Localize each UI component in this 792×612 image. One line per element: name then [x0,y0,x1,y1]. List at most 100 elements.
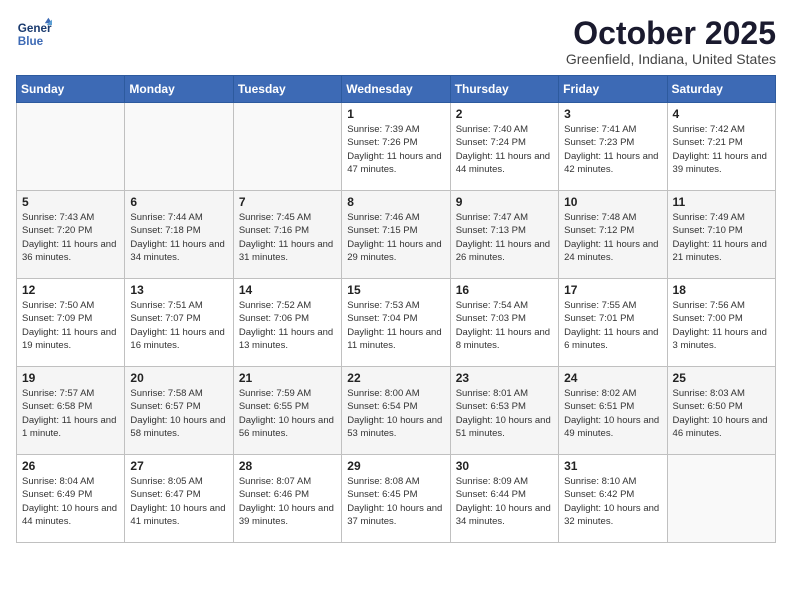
day-info: Sunrise: 7:57 AMSunset: 6:58 PMDaylight:… [22,387,119,440]
calendar-cell: 21 Sunrise: 7:59 AMSunset: 6:55 PMDayligh… [233,367,341,455]
weekday-header: Monday [125,76,233,103]
day-info: Sunrise: 7:49 AMSunset: 7:10 PMDaylight:… [673,211,770,264]
calendar-cell: 19 Sunrise: 7:57 AMSunset: 6:58 PMDayligh… [17,367,125,455]
calendar-cell: 30 Sunrise: 8:09 AMSunset: 6:44 PMDayligh… [450,455,558,543]
day-info: Sunrise: 7:53 AMSunset: 7:04 PMDaylight:… [347,299,444,352]
weekday-header: Tuesday [233,76,341,103]
day-number: 25 [673,371,770,385]
calendar-cell: 29 Sunrise: 8:08 AMSunset: 6:45 PMDayligh… [342,455,450,543]
calendar-cell: 31 Sunrise: 8:10 AMSunset: 6:42 PMDayligh… [559,455,667,543]
day-number: 23 [456,371,553,385]
svg-text:General: General [18,22,52,35]
day-number: 27 [130,459,227,473]
calendar-cell: 23 Sunrise: 8:01 AMSunset: 6:53 PMDayligh… [450,367,558,455]
calendar-cell [233,103,341,191]
day-number: 2 [456,107,553,121]
logo-icon: General Blue [16,16,52,52]
calendar-cell: 4Sunrise: 7:42 AMSunset: 7:21 PMDaylight… [667,103,775,191]
calendar-table: SundayMondayTuesdayWednesdayThursdayFrid… [16,75,776,543]
day-info: Sunrise: 7:39 AMSunset: 7:26 PMDaylight:… [347,123,444,176]
calendar-cell: 18 Sunrise: 7:56 AMSunset: 7:00 PMDayligh… [667,279,775,367]
calendar-cell: 13Sunrise: 7:51 AMSunset: 7:07 PMDayligh… [125,279,233,367]
day-number: 10 [564,195,661,209]
day-info: Sunrise: 7:55 AMSunset: 7:01 PMDaylight:… [564,299,661,352]
day-number: 14 [239,283,336,297]
calendar-cell: 16 Sunrise: 7:54 AMSunset: 7:03 PMDayligh… [450,279,558,367]
calendar-cell: 26 Sunrise: 8:04 AMSunset: 6:49 PMDayligh… [17,455,125,543]
day-info: Sunrise: 7:42 AMSunset: 7:21 PMDaylight:… [673,123,770,176]
day-info: Sunrise: 7:40 AMSunset: 7:24 PMDaylight:… [456,123,553,176]
calendar-cell [17,103,125,191]
day-number: 22 [347,371,444,385]
day-info: Sunrise: 7:46 AMSunset: 7:15 PMDaylight:… [347,211,444,264]
day-info: Sunrise: 7:45 AMSunset: 7:16 PMDaylight:… [239,211,336,264]
day-info: Sunrise: 8:03 AMSunset: 6:50 PMDaylight:… [673,387,770,440]
day-number: 30 [456,459,553,473]
calendar-cell: 27 Sunrise: 8:05 AMSunset: 6:47 PMDayligh… [125,455,233,543]
calendar-cell: 20Sunrise: 7:58 AMSunset: 6:57 PMDayligh… [125,367,233,455]
day-info: Sunrise: 8:07 AMSunset: 6:46 PMDaylight:… [239,475,336,528]
calendar-cell: 12Sunrise: 7:50 AMSunset: 7:09 PMDayligh… [17,279,125,367]
weekday-header: Wednesday [342,76,450,103]
day-number: 29 [347,459,444,473]
day-number: 12 [22,283,119,297]
day-info: Sunrise: 7:51 AMSunset: 7:07 PMDaylight:… [130,299,227,352]
day-info: Sunrise: 8:09 AMSunset: 6:44 PMDaylight:… [456,475,553,528]
day-number: 15 [347,283,444,297]
day-number: 6 [130,195,227,209]
day-number: 16 [456,283,553,297]
day-number: 28 [239,459,336,473]
day-info: Sunrise: 7:44 AMSunset: 7:18 PMDaylight:… [130,211,227,264]
day-info: Sunrise: 8:10 AMSunset: 6:42 PMDaylight:… [564,475,661,528]
day-info: Sunrise: 7:43 AMSunset: 7:20 PMDaylight:… [22,211,119,264]
weekday-header: Friday [559,76,667,103]
day-info: Sunrise: 8:00 AMSunset: 6:54 PMDaylight:… [347,387,444,440]
day-number: 19 [22,371,119,385]
day-number: 26 [22,459,119,473]
day-number: 9 [456,195,553,209]
day-info: Sunrise: 7:56 AMSunset: 7:00 PMDaylight:… [673,299,770,352]
day-info: Sunrise: 8:01 AMSunset: 6:53 PMDaylight:… [456,387,553,440]
day-number: 17 [564,283,661,297]
calendar-cell: 17 Sunrise: 7:55 AMSunset: 7:01 PMDayligh… [559,279,667,367]
calendar-cell: 28 Sunrise: 8:07 AMSunset: 6:46 PMDayligh… [233,455,341,543]
weekday-header-row: SundayMondayTuesdayWednesdayThursdayFrid… [17,76,776,103]
day-number: 31 [564,459,661,473]
calendar-cell: 9 Sunrise: 7:47 AMSunset: 7:13 PMDaylight… [450,191,558,279]
calendar-week-row: 26 Sunrise: 8:04 AMSunset: 6:49 PMDayligh… [17,455,776,543]
calendar-cell: 2 Sunrise: 7:40 AMSunset: 7:24 PMDaylight… [450,103,558,191]
day-number: 7 [239,195,336,209]
weekday-header: Thursday [450,76,558,103]
day-info: Sunrise: 7:41 AMSunset: 7:23 PMDaylight:… [564,123,661,176]
day-info: Sunrise: 7:59 AMSunset: 6:55 PMDaylight:… [239,387,336,440]
title-block: October 2025 Greenfield, Indiana, United… [566,16,776,67]
day-number: 20 [130,371,227,385]
day-info: Sunrise: 8:08 AMSunset: 6:45 PMDaylight:… [347,475,444,528]
calendar-subtitle: Greenfield, Indiana, United States [566,51,776,67]
day-info: Sunrise: 7:52 AMSunset: 7:06 PMDaylight:… [239,299,336,352]
calendar-cell: 22 Sunrise: 8:00 AMSunset: 6:54 PMDayligh… [342,367,450,455]
day-info: Sunrise: 8:04 AMSunset: 6:49 PMDaylight:… [22,475,119,528]
day-number: 11 [673,195,770,209]
calendar-title: October 2025 [566,16,776,51]
calendar-cell: 5 Sunrise: 7:43 AMSunset: 7:20 PMDaylight… [17,191,125,279]
day-number: 5 [22,195,119,209]
calendar-cell: 24Sunrise: 8:02 AMSunset: 6:51 PMDayligh… [559,367,667,455]
day-number: 3 [564,107,661,121]
calendar-cell: 25 Sunrise: 8:03 AMSunset: 6:50 PMDayligh… [667,367,775,455]
logo: General Blue [16,16,52,52]
day-number: 21 [239,371,336,385]
day-info: Sunrise: 7:54 AMSunset: 7:03 PMDaylight:… [456,299,553,352]
calendar-cell: 15 Sunrise: 7:53 AMSunset: 7:04 PMDayligh… [342,279,450,367]
calendar-cell [125,103,233,191]
page-header: General Blue October 2025 Greenfield, In… [16,16,776,67]
calendar-cell: 3 Sunrise: 7:41 AMSunset: 7:23 PMDaylight… [559,103,667,191]
day-number: 18 [673,283,770,297]
day-number: 1 [347,107,444,121]
day-info: Sunrise: 7:47 AMSunset: 7:13 PMDaylight:… [456,211,553,264]
calendar-cell: 7 Sunrise: 7:45 AMSunset: 7:16 PMDaylight… [233,191,341,279]
calendar-cell: 6 Sunrise: 7:44 AMSunset: 7:18 PMDaylight… [125,191,233,279]
calendar-cell [667,455,775,543]
calendar-week-row: 12Sunrise: 7:50 AMSunset: 7:09 PMDayligh… [17,279,776,367]
day-info: Sunrise: 8:05 AMSunset: 6:47 PMDaylight:… [130,475,227,528]
